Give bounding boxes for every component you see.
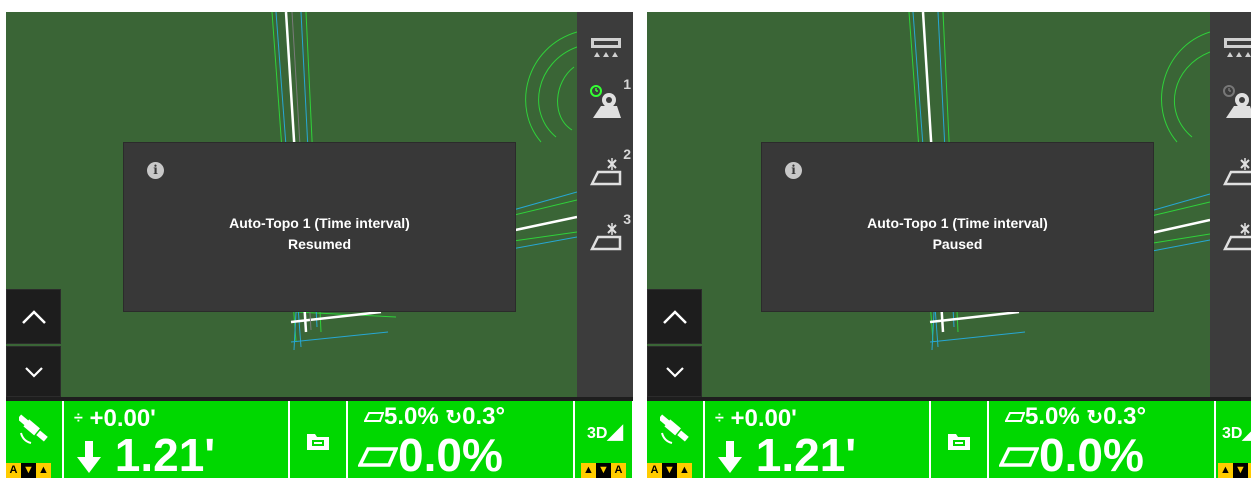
accuracy-indicator: A ▼ ▲ xyxy=(647,463,692,478)
scroll-down-button[interactable] xyxy=(647,346,702,397)
files-button[interactable] xyxy=(290,401,346,478)
mainfall-icon xyxy=(358,447,398,467)
status-bar: A ▼ ▲ ÷ +0.00' 1.21' 5.0% ↻0.3° 0.0% 3D◢… xyxy=(6,401,633,478)
surface-point-3-button[interactable]: 3 xyxy=(1210,207,1251,267)
chevron-up-icon xyxy=(662,309,687,324)
tool-badge: 1 xyxy=(623,76,631,92)
rotation-icon: ↻ xyxy=(1086,407,1104,429)
files-button[interactable] xyxy=(931,401,987,478)
cut-fill-value: 1.21' xyxy=(755,429,857,478)
surface-point-3-button[interactable]: 3 xyxy=(577,207,633,267)
chevron-down-icon xyxy=(24,366,43,378)
mainfall-value: 0.0% xyxy=(398,429,503,478)
notification-dialog: i Auto-Topo 1 (Time interval) Resumed xyxy=(123,142,516,312)
auto-topo-icon xyxy=(1222,85,1251,118)
surface-point-icon xyxy=(589,223,621,251)
info-icon: i xyxy=(147,162,164,179)
elevation-readout[interactable]: ÷ +0.00' 1.21' xyxy=(64,401,288,478)
side-toolbar: 1 2 3 xyxy=(1210,12,1251,397)
angle-value: 0.3° xyxy=(1103,403,1147,430)
blade-mode-button[interactable] xyxy=(577,20,633,80)
satellite-icon xyxy=(660,414,689,444)
arrow-down-icon xyxy=(77,441,101,473)
rotation-icon: ↻ xyxy=(445,407,463,429)
scroll-down-button[interactable] xyxy=(6,346,61,397)
view-indicator: ▲ ▼ A xyxy=(1218,463,1251,478)
cross-slope-icon xyxy=(1005,412,1025,422)
auto-topo-icon xyxy=(589,85,621,118)
cross-slope-value: 5.0% xyxy=(1025,403,1080,430)
view-3d-button[interactable]: 3D◢ ▲ ▼ A xyxy=(575,401,632,478)
slope-readout[interactable]: 5.0% ↻0.3° 0.0% xyxy=(989,401,1214,478)
folder-icon xyxy=(307,434,329,450)
map-view[interactable]: i Auto-Topo 1 (Time interval) Resumed xyxy=(6,12,577,397)
slope-readout[interactable]: 5.0% ↻0.3° 0.0% xyxy=(348,401,573,478)
view-3d-icon: 3D◢ xyxy=(1222,421,1251,443)
mainfall-icon xyxy=(999,447,1039,467)
blade-mode-icon xyxy=(590,38,621,57)
status-bar: A ▼ ▲ ÷ +0.00' 1.21' 5.0% ↻0.3° 0.0% 3D◢… xyxy=(647,401,1251,478)
cut-fill-value: 1.21' xyxy=(114,429,216,478)
screen-paused: i Auto-Topo 1 (Time interval) Paused 1 xyxy=(647,12,1251,478)
angle-value: 0.3° xyxy=(462,403,506,430)
surface-point-icon xyxy=(1222,158,1251,186)
tool-badge: 3 xyxy=(623,211,631,227)
offset-icon: ÷ xyxy=(74,410,83,427)
folder-icon xyxy=(948,434,970,450)
info-icon: i xyxy=(785,162,802,179)
screen-resumed: i Auto-Topo 1 (Time interval) Resumed 1 xyxy=(6,12,633,478)
gps-status-button[interactable]: A ▼ ▲ xyxy=(647,401,703,478)
scroll-up-button[interactable] xyxy=(647,289,702,344)
auto-topo-1-button[interactable]: 1 xyxy=(1210,72,1251,132)
map-view[interactable]: i Auto-Topo 1 (Time interval) Paused xyxy=(647,12,1210,397)
auto-topo-1-button[interactable]: 1 xyxy=(577,72,633,132)
satellite-icon xyxy=(19,414,48,444)
dialog-title: Auto-Topo 1 (Time interval) xyxy=(229,215,410,231)
arrow-down-icon xyxy=(718,441,742,473)
mainfall-value: 0.0% xyxy=(1039,429,1144,478)
cross-slope-value: 5.0% xyxy=(384,403,439,430)
view-indicator: ▲ ▼ A xyxy=(581,463,626,478)
elevation-readout[interactable]: ÷ +0.00' 1.21' xyxy=(705,401,929,478)
elevation-offset: +0.00' xyxy=(730,405,797,432)
surface-point-2-button[interactable]: 2 xyxy=(577,142,633,202)
tool-badge: 2 xyxy=(623,146,631,162)
dialog-title: Auto-Topo 1 (Time interval) xyxy=(867,215,1048,231)
offset-icon: ÷ xyxy=(715,410,724,427)
gps-status-button[interactable]: A ▼ ▲ xyxy=(6,401,62,478)
surface-point-2-button[interactable]: 2 xyxy=(1210,142,1251,202)
view-3d-icon: 3D◢ xyxy=(587,421,623,443)
view-3d-button[interactable]: 3D◢ ▲ ▼ A xyxy=(1216,401,1251,478)
accuracy-indicator: A ▼ ▲ xyxy=(6,463,51,478)
chevron-down-icon xyxy=(665,366,684,378)
dialog-status: Resumed xyxy=(287,236,352,252)
surface-point-icon xyxy=(589,158,621,186)
blade-mode-icon xyxy=(1223,38,1251,57)
cross-slope-icon xyxy=(364,412,384,422)
scroll-up-button[interactable] xyxy=(6,289,61,344)
dialog-status: Paused xyxy=(932,236,983,252)
elevation-offset: +0.00' xyxy=(89,405,156,432)
side-toolbar: 1 2 3 xyxy=(577,12,633,397)
surface-point-icon xyxy=(1222,223,1251,251)
notification-dialog: i Auto-Topo 1 (Time interval) Paused xyxy=(761,142,1154,312)
chevron-up-icon xyxy=(21,309,46,324)
blade-mode-button[interactable] xyxy=(1210,20,1251,80)
